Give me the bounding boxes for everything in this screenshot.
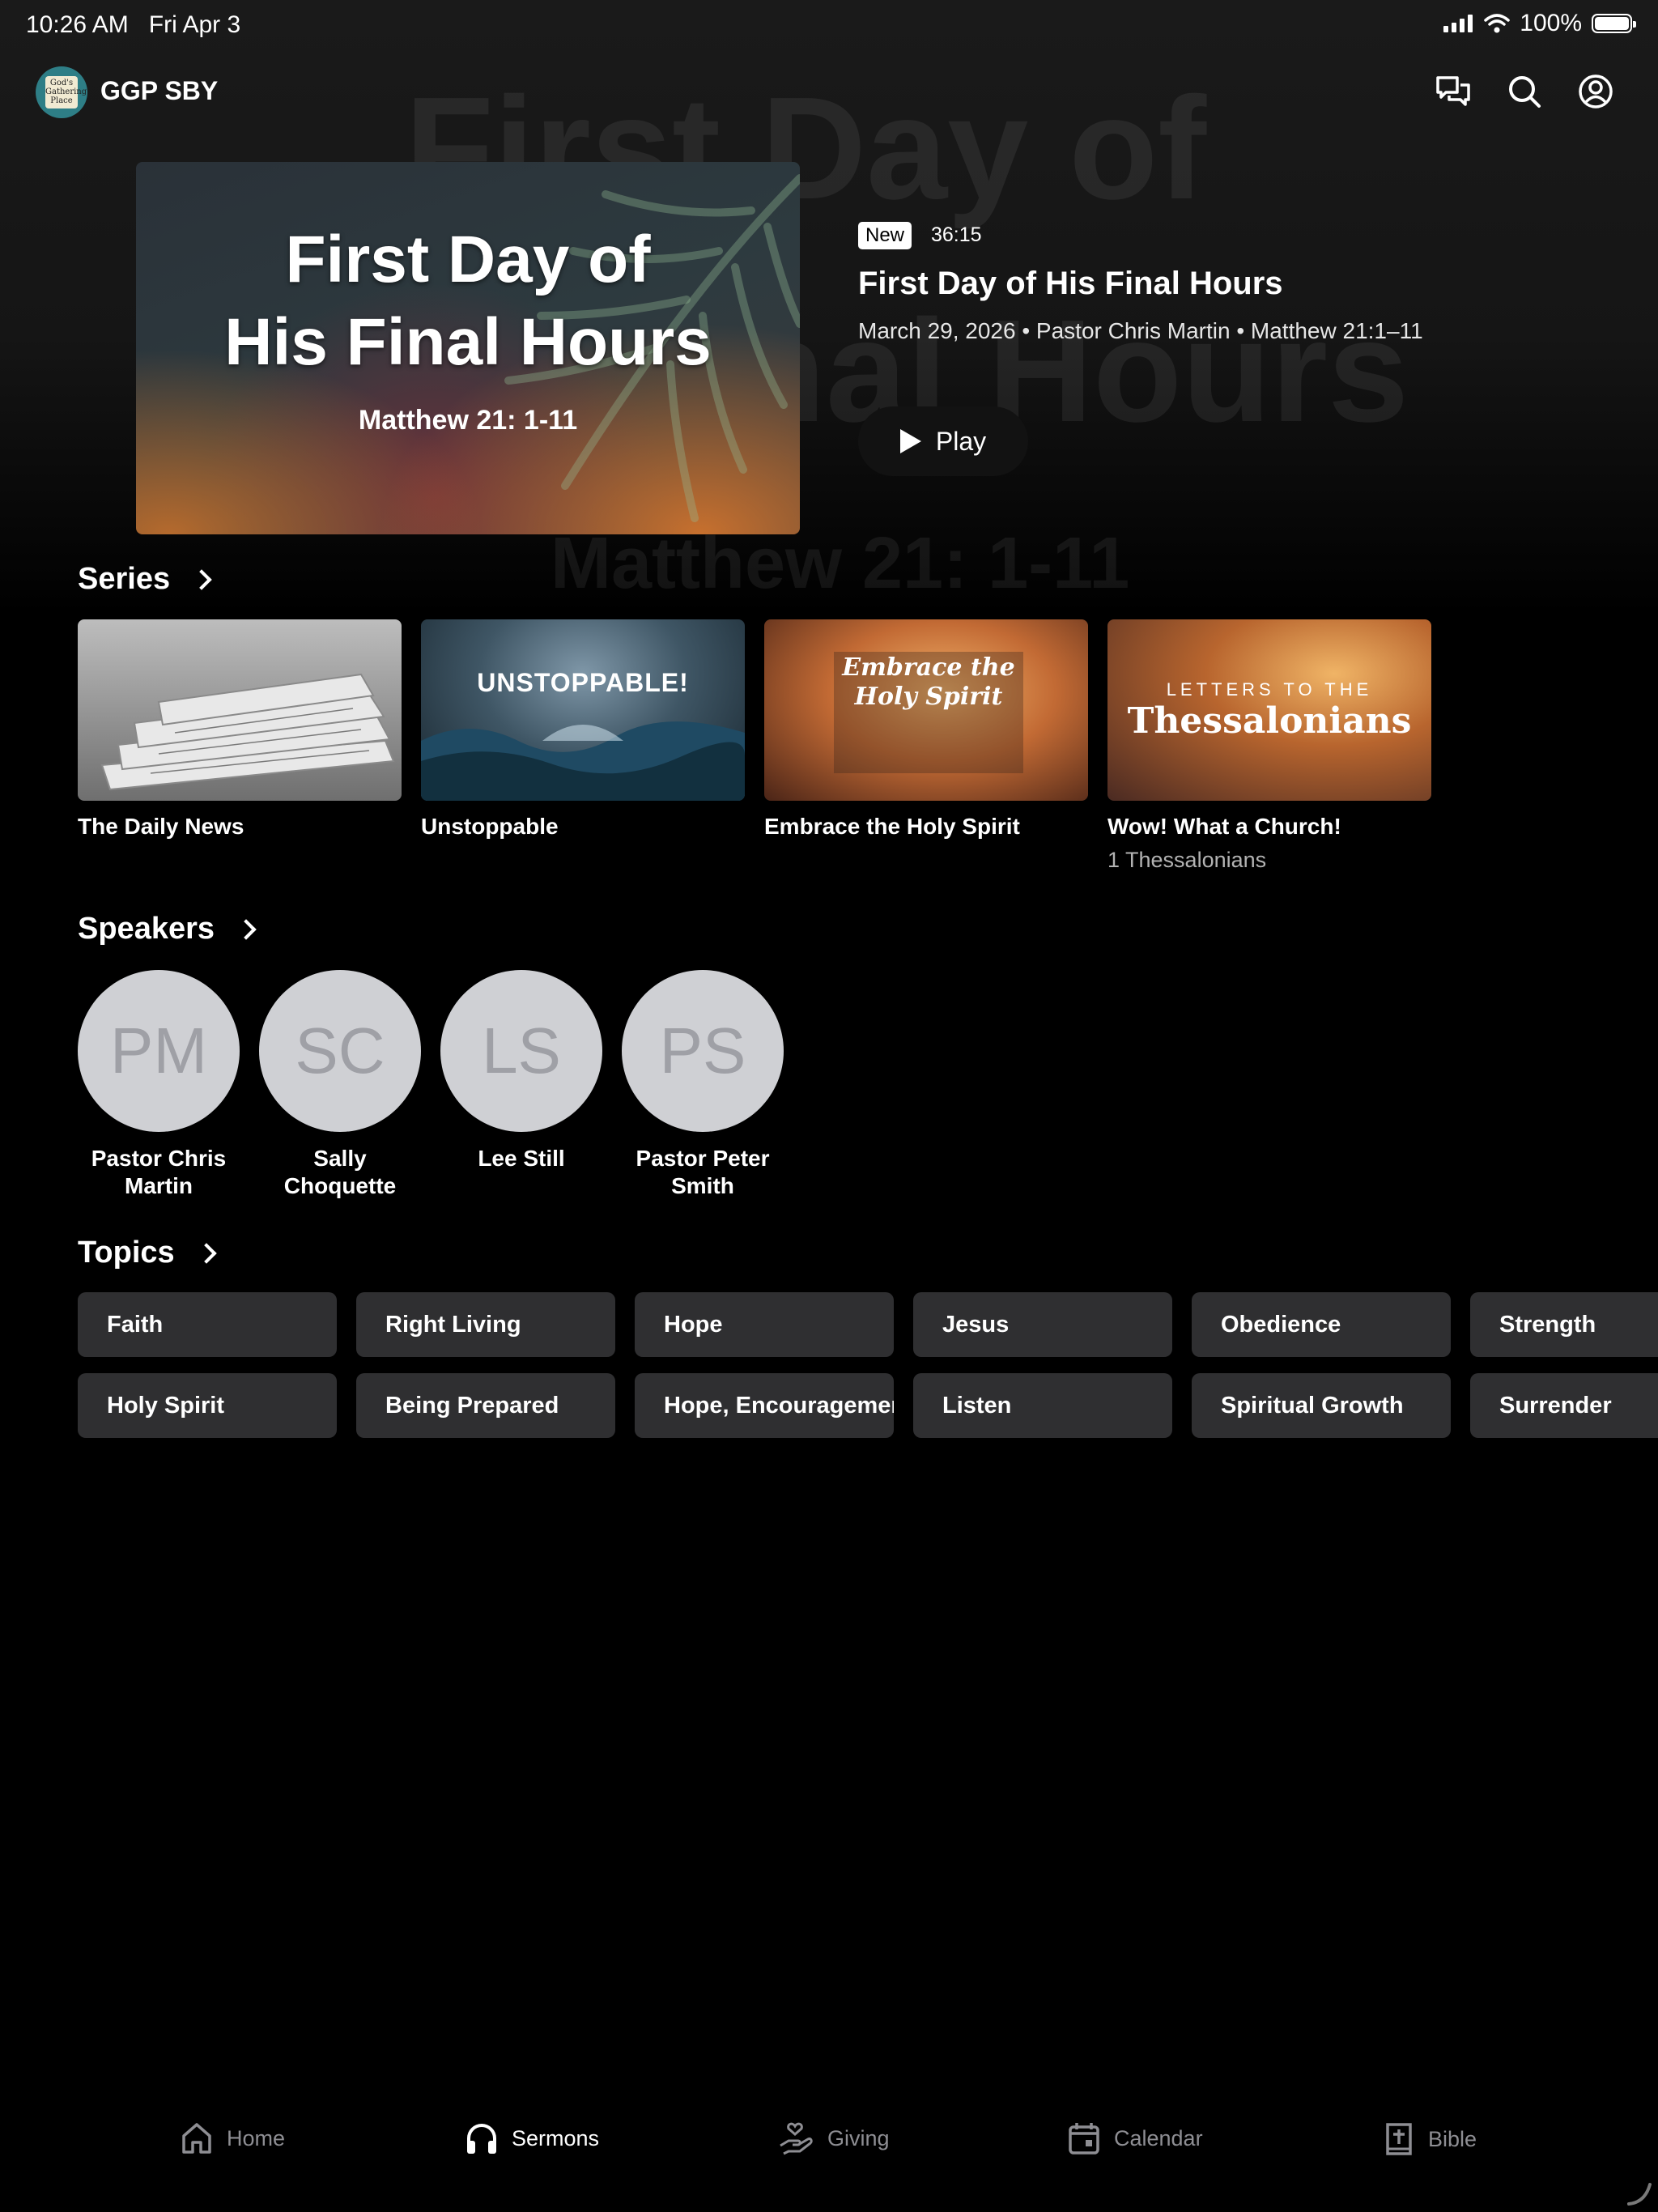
topic-chip[interactable]: Jesus (913, 1292, 1172, 1357)
chevron-right-icon (236, 918, 257, 940)
cellular-signal-icon (1443, 15, 1473, 32)
series-art-text: Thessalonians (1127, 700, 1412, 742)
artwork-subtitle: Matthew 21: 1-11 (358, 405, 578, 436)
series-card-unstoppable[interactable]: UNSTOPPABLE! Unstoppable (421, 619, 745, 840)
avatar: PS (622, 970, 784, 1132)
play-button[interactable]: Play (858, 406, 1028, 476)
speakers-heading-label: Speakers (78, 912, 215, 946)
tab-label: Giving (827, 2125, 890, 2150)
speaker-card[interactable]: PM Pastor Chris Martin (78, 970, 240, 1200)
series-card-thessalonians[interactable]: LETTERS TO THE Thessalonians Wow! What a… (1107, 619, 1431, 873)
series-heading-label: Series (78, 562, 171, 596)
battery-icon (1592, 14, 1636, 33)
series-art-text: Embrace the Holy Spirit (842, 653, 1015, 711)
date: Fri Apr 3 (148, 11, 241, 38)
featured-sermon-title[interactable]: First Day of His Final Hours (858, 266, 1283, 302)
speaker-card[interactable]: LS Lee Still (440, 970, 602, 1172)
topic-chip[interactable]: Listen (913, 1373, 1172, 1438)
topic-chip[interactable]: Strength (1470, 1292, 1658, 1357)
tab-calendar[interactable]: Calendar (1067, 2121, 1203, 2155)
avatar: PM (78, 970, 240, 1132)
series-name: The Daily News (78, 814, 244, 839)
speaker-name: Lee Still (478, 1146, 565, 1171)
tab-label: Calendar (1114, 2125, 1203, 2150)
series-art-text: UNSTOPPABLE! (477, 668, 689, 697)
series-name: Unstoppable (421, 814, 559, 839)
avatar: LS (440, 970, 602, 1132)
background-subtitle: Matthew 21: 1-11 (551, 523, 1130, 604)
status-bar-time: 10:26 AM Fri Apr 3 (26, 11, 240, 39)
tab-label: Home (227, 2125, 286, 2150)
app-title: GGP SBY (100, 76, 219, 105)
series-thumbnail (78, 619, 402, 801)
sermon-duration: 36:15 (931, 223, 982, 246)
play-label: Play (935, 426, 987, 456)
tab-label: Sermons (512, 2125, 600, 2150)
chevron-right-icon (191, 568, 212, 590)
series-thumbnail: LETTERS TO THE Thessalonians (1107, 619, 1431, 801)
topics-heading-label: Topics (78, 1236, 175, 1270)
series-heading[interactable]: Series (78, 562, 212, 597)
battery-percent: 100% (1520, 10, 1582, 36)
artwork-title: First Day of His Final Hours (136, 219, 800, 384)
play-icon (899, 429, 921, 453)
chevron-right-icon (195, 1242, 217, 1264)
series-art-top-text: LETTERS TO THE (1166, 679, 1373, 700)
wifi-icon (1484, 14, 1511, 33)
home-icon (182, 2123, 211, 2154)
series-subtitle: 1 Thessalonians (1107, 848, 1267, 872)
speaker-name: Pastor Chris Martin (91, 1146, 227, 1198)
speakers-heading[interactable]: Speakers (78, 912, 257, 946)
speaker-card[interactable]: PS Pastor Peter Smith (622, 970, 784, 1200)
featured-sermon-meta: March 29, 2026 • Pastor Chris Martin • M… (858, 318, 1423, 343)
stormy-sea-image (421, 721, 745, 801)
church-logo[interactable]: God's Gathering Place (36, 66, 87, 118)
topic-chip[interactable]: Hope (635, 1292, 894, 1357)
calendar-icon (1069, 2123, 1099, 2155)
search-icon[interactable] (1504, 71, 1545, 112)
topic-chip[interactable]: Hope, Encouragement (635, 1373, 894, 1438)
topic-chip[interactable]: Holy Spirit (78, 1373, 337, 1438)
topic-chip[interactable]: Being Prepared (356, 1373, 615, 1438)
tab-label: Bible (1428, 2126, 1477, 2151)
topic-chip[interactable]: Spiritual Growth (1192, 1373, 1451, 1438)
clock: 10:26 AM (26, 11, 129, 38)
newspaper-stack-image (100, 673, 395, 791)
bible-icon (1386, 2123, 1412, 2155)
tab-home[interactable]: Home (180, 2121, 285, 2155)
window-resize-handle-icon[interactable] (1626, 2180, 1653, 2207)
account-icon[interactable] (1575, 71, 1616, 112)
series-thumbnail: UNSTOPPABLE! (421, 619, 745, 801)
logo-text: God's Gathering Place (45, 76, 87, 108)
series-card-embrace-holy-spirit[interactable]: Embrace the Holy Spirit Embrace the Holy… (764, 619, 1088, 840)
artwork-title-line1: First Day of (285, 223, 651, 296)
speaker-card[interactable]: SC Sally Choquette (259, 970, 421, 1200)
tab-giving[interactable]: Giving (779, 2121, 890, 2155)
series-thumbnail: Embrace the Holy Spirit (764, 619, 1088, 801)
speaker-name: Sally Choquette (283, 1146, 397, 1198)
topics-heading[interactable]: Topics (78, 1236, 217, 1270)
artwork-title-line2: His Final Hours (224, 305, 712, 379)
series-name: Wow! What a Church! (1107, 814, 1341, 839)
status-bar-right: 100% (1443, 10, 1636, 37)
topic-chip[interactable]: Right Living (356, 1292, 615, 1357)
tab-sermons[interactable]: Sermons (465, 2121, 599, 2155)
chat-icon[interactable] (1433, 71, 1473, 112)
avatar: SC (259, 970, 421, 1132)
speaker-name: Pastor Peter Smith (636, 1146, 770, 1198)
series-card-daily-news[interactable]: The Daily News (78, 619, 402, 840)
topic-chip[interactable]: Obedience (1192, 1292, 1451, 1357)
new-badge: New (858, 222, 912, 249)
topic-chip[interactable]: Faith (78, 1292, 337, 1357)
giving-hand-icon (780, 2122, 813, 2155)
tab-bible[interactable]: Bible (1383, 2121, 1477, 2157)
series-name: Embrace the Holy Spirit (764, 814, 1020, 839)
topic-chip[interactable]: Surrender (1470, 1373, 1658, 1438)
featured-sermon-artwork[interactable]: First Day of His Final Hours Matthew 21:… (136, 162, 800, 534)
headphones-icon (467, 2124, 496, 2154)
